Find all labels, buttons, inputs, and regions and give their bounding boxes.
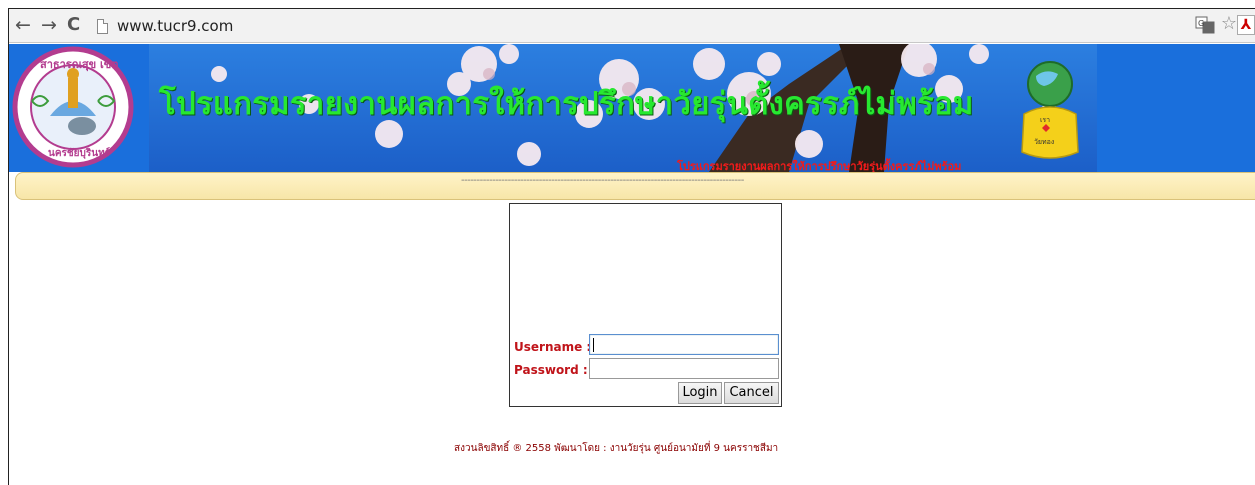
svg-text:สาธารณสุข เขต: สาธารณสุข เขต xyxy=(40,58,118,72)
svg-text:G: G xyxy=(1198,19,1204,28)
reload-button[interactable]: C xyxy=(67,15,80,35)
svg-text:วัยทอง: วัยทอง xyxy=(1034,138,1054,146)
page-icon xyxy=(97,19,108,34)
forward-button[interactable]: → xyxy=(41,15,57,35)
login-form: Username : Password : Login Cancel xyxy=(509,203,782,407)
header-banner: สาธารณสุข เขต นครชัยบุรินทร์ โปรแกรมรายง… xyxy=(9,44,1255,172)
cancel-button[interactable]: Cancel xyxy=(724,382,779,404)
mascot-globe-image: เรา วัยทอง xyxy=(1021,61,1079,159)
svg-text:นครชัยบุรินทร์: นครชัยบุรินทร์ xyxy=(48,147,111,159)
banner-title: โปรแกรมรายงานผลการให้การปรึกษาวัยรุ่นตั้… xyxy=(159,86,974,122)
url-text: www.tucr9.com xyxy=(117,17,234,35)
browser-window: ← → C www.tucr9.com G ☆ ⅄ สาธารณสุข เขต … xyxy=(8,8,1255,485)
department-logo: สาธารณสุข เขต นครชัยบุรินทร์ xyxy=(12,46,134,168)
svg-text:เรา: เรา xyxy=(1040,116,1050,124)
copyright-footer: สงวนลิขสิทธิ์ ® 2558 พัฒนาโดย : งานวัยรุ… xyxy=(454,443,779,454)
password-input[interactable] xyxy=(589,358,779,379)
browser-toolbar: ← → C www.tucr9.com G ☆ ⅄ xyxy=(9,9,1255,43)
menu-bar: ----------------------------------------… xyxy=(15,172,1255,200)
password-label: Password : xyxy=(514,363,588,377)
back-button[interactable]: ← xyxy=(15,15,31,35)
banner-subtitle: โปรแกรมรายงานผลการให้การปรึกษาวัยรุ่นตั้… xyxy=(677,160,962,172)
username-input[interactable] xyxy=(589,334,779,355)
pdf-icon[interactable]: ⅄ xyxy=(1237,15,1255,35)
menu-separator: ----------------------------------------… xyxy=(461,175,744,186)
username-label: Username : xyxy=(514,340,592,354)
bookmark-star-icon[interactable]: ☆ xyxy=(1221,13,1237,34)
translate-icon[interactable]: G xyxy=(1195,16,1215,34)
address-bar[interactable]: www.tucr9.com xyxy=(93,16,1207,38)
login-button[interactable]: Login xyxy=(678,382,722,404)
